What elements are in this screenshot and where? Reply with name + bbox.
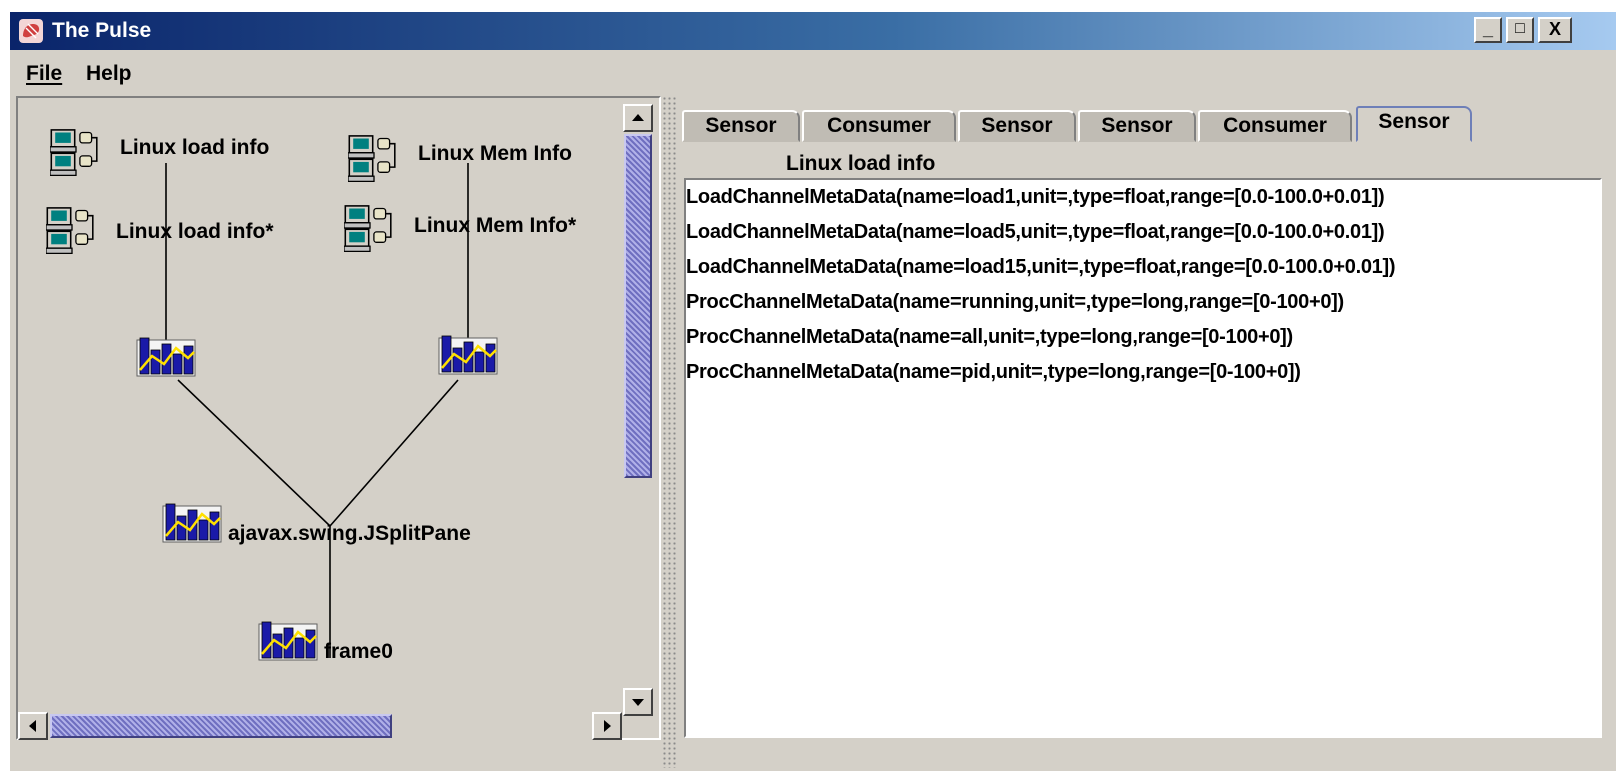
list-item[interactable]: LoadChannelMetaData(name=load5,unit=,typ…: [686, 221, 1385, 244]
title-bar[interactable]: The Pulse _ □ X: [10, 12, 1616, 50]
list-item[interactable]: ProcChannelMetaData(name=all,unit=,type=…: [686, 326, 1293, 349]
window-title: The Pulse: [52, 19, 152, 42]
graph-node-linux-load-info[interactable]: Linux load info: [50, 128, 269, 181]
tab-consumer-1[interactable]: Consumer: [802, 110, 956, 142]
graph-node-frame0[interactable]: frame0: [258, 620, 393, 667]
tab-sensor-1[interactable]: Sensor: [682, 110, 800, 142]
graph-node-consumer-load[interactable]: [136, 336, 196, 383]
menu-file[interactable]: File: [26, 62, 62, 86]
scroll-left-button[interactable]: [18, 712, 48, 740]
tab-sensor-2[interactable]: Sensor: [958, 110, 1076, 142]
node-label: Linux Mem Info*: [414, 214, 577, 237]
graph-horizontal-scrollbar[interactable]: [18, 712, 622, 740]
graph-node-consumer-mem[interactable]: [438, 334, 498, 381]
consumer-chart-icon: [438, 334, 498, 376]
menu-bar: File Help: [10, 50, 1616, 94]
tab-consumer-2[interactable]: Consumer: [1198, 110, 1352, 142]
tab-sensor-3[interactable]: Sensor: [1078, 110, 1196, 142]
scroll-right-button[interactable]: [592, 712, 622, 740]
maximize-button[interactable]: □: [1506, 17, 1534, 43]
graph-vertical-scrollbar[interactable]: [622, 104, 654, 724]
graph-node-linux-mem-info[interactable]: Linux Mem Info: [348, 134, 572, 187]
sensor-computer-icon: [348, 134, 400, 182]
graph-node-linux-load-info-star[interactable]: Linux load info*: [46, 206, 274, 259]
list-item[interactable]: ProcChannelMetaData(name=pid,unit=,type=…: [686, 361, 1301, 384]
tab-sensor-4-active[interactable]: Sensor: [1356, 106, 1472, 142]
edge-chart-to-splitpane: [329, 379, 459, 527]
app-logo-icon: [19, 19, 43, 43]
minimize-button[interactable]: _: [1474, 17, 1502, 43]
graph-edges: [165, 163, 469, 658]
graph-node-linux-mem-info-star[interactable]: Linux Mem Info*: [344, 204, 576, 257]
node-label: ajavax.swing.JSplitPane: [228, 522, 471, 545]
list-item[interactable]: LoadChannelMetaData(name=load1,unit=,typ…: [686, 186, 1385, 209]
node-label: frame0: [324, 640, 393, 663]
scroll-down-button[interactable]: [623, 688, 653, 716]
vertical-scroll-thumb[interactable]: [624, 134, 652, 478]
arrow-left-icon: [29, 720, 36, 732]
sensor-computer-icon: [50, 128, 102, 176]
consumer-chart-icon: [136, 336, 196, 378]
panel-title: Linux load info: [786, 152, 936, 175]
node-label: Linux load info*: [116, 220, 274, 243]
arrow-up-icon: [632, 114, 644, 121]
graph-node-jsplitpane[interactable]: ajavax.swing.JSplitPane: [162, 502, 471, 549]
tab-strip: Sensor Consumer Sensor Sensor Consumer S…: [682, 106, 1612, 142]
split-pane-divider[interactable]: [662, 96, 676, 768]
list-item[interactable]: ProcChannelMetaData(name=running,unit=,t…: [686, 291, 1344, 314]
channel-metadata-list[interactable]: LoadChannelMetaData(name=load1,unit=,typ…: [684, 178, 1602, 738]
arrow-down-icon: [632, 699, 644, 706]
horizontal-scroll-thumb[interactable]: [50, 714, 392, 738]
arrow-right-icon: [604, 720, 611, 732]
sensor-computer-icon: [344, 204, 396, 252]
menu-help[interactable]: Help: [86, 62, 132, 86]
close-button[interactable]: X: [1538, 17, 1572, 43]
graph-view[interactable]: Linux load info Linux load info* Linux M…: [16, 96, 661, 740]
app-window: The Pulse _ □ X File Help Linux load inf…: [10, 12, 1616, 771]
sensor-computer-icon: [46, 206, 98, 254]
node-label: Linux load info: [120, 136, 270, 159]
scroll-up-button[interactable]: [623, 104, 653, 132]
node-label: Linux Mem Info: [418, 142, 572, 165]
consumer-chart-icon: [162, 502, 222, 544]
list-item[interactable]: LoadChannelMetaData(name=load15,unit=,ty…: [686, 256, 1396, 279]
consumer-chart-icon: [258, 620, 318, 662]
